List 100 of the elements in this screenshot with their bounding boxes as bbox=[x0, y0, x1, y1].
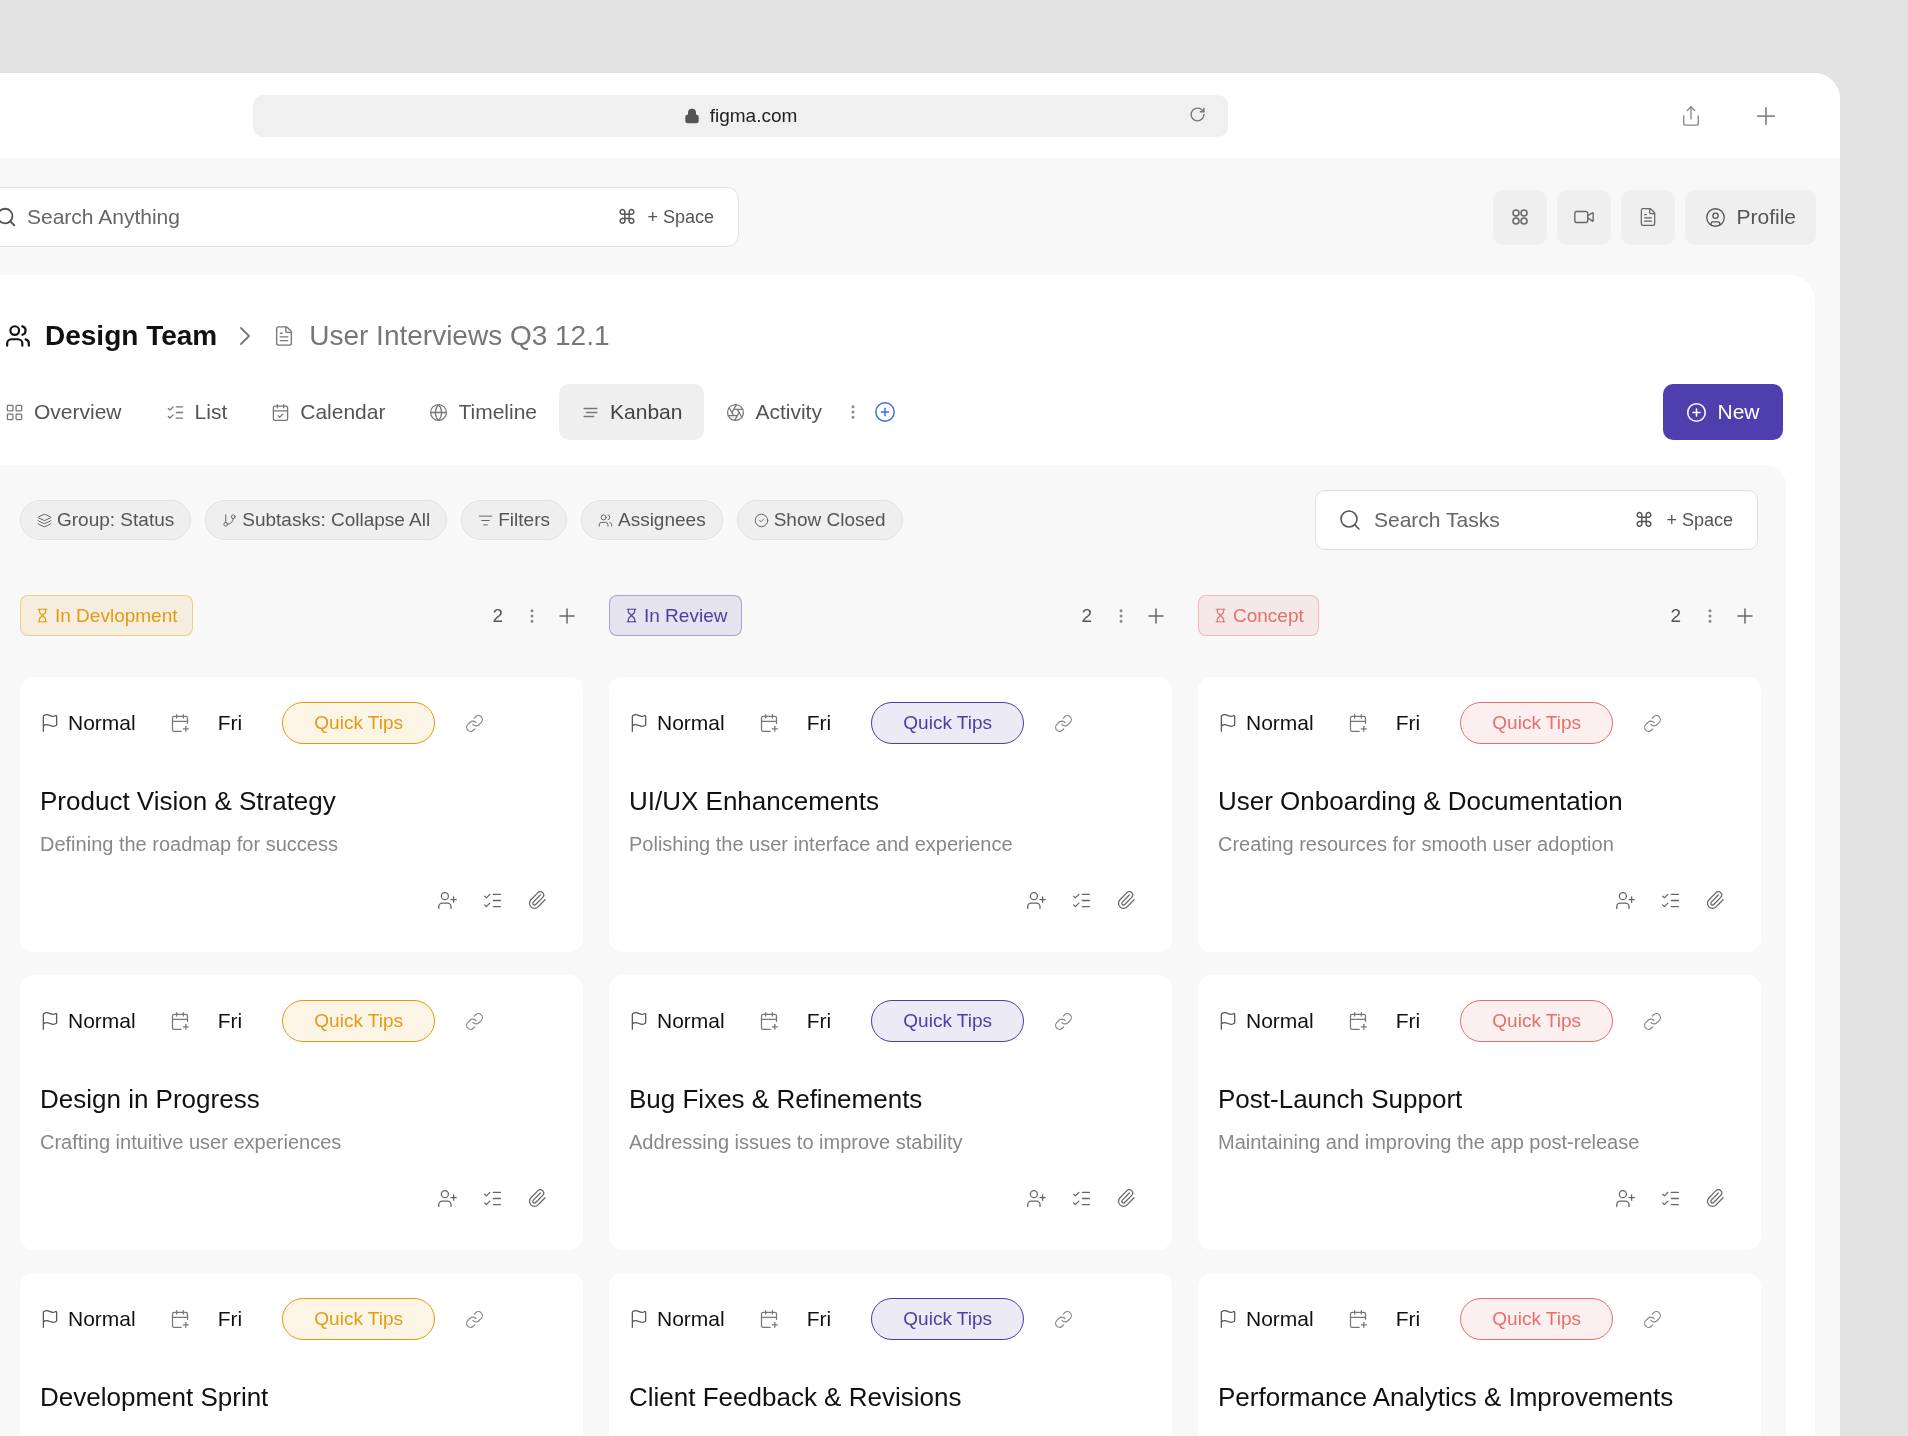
paperclip-icon[interactable] bbox=[1705, 890, 1725, 910]
card-title: Bug Fixes & Refinements bbox=[629, 1084, 924, 1115]
add-user-icon[interactable] bbox=[437, 1188, 458, 1209]
task-card[interactable]: Normal Fri Quick Tips User Onboarding & Documentation Creating resources for smooth user adoption bbox=[1198, 677, 1761, 952]
card-title: Client Feedback & Revisions bbox=[629, 1382, 963, 1413]
search-placeholder: Search Tasks bbox=[1374, 508, 1501, 532]
link-icon[interactable] bbox=[465, 1011, 485, 1031]
task-count: 2 bbox=[1670, 604, 1681, 627]
link-icon[interactable] bbox=[1054, 713, 1074, 733]
new-button[interactable]: New bbox=[1663, 384, 1783, 440]
paperclip-icon[interactable] bbox=[1116, 890, 1136, 910]
tag-chip[interactable]: Quick Tips bbox=[871, 1298, 1025, 1340]
layers-icon bbox=[37, 512, 52, 528]
page-name[interactable]: User Interviews Q3 12.1 bbox=[309, 320, 610, 352]
link-icon[interactable] bbox=[1643, 1309, 1663, 1329]
calendar-icon bbox=[271, 402, 291, 422]
tag-chip[interactable]: Quick Tips bbox=[871, 1000, 1025, 1042]
priority-text: Normal bbox=[1246, 1307, 1314, 1331]
tag-chip[interactable]: Quick Tips bbox=[871, 702, 1025, 744]
add-user-icon[interactable] bbox=[1026, 890, 1047, 911]
task-search-field[interactable]: Search Tasks ⌘ + Space bbox=[1315, 490, 1758, 550]
filter-chip[interactable]: Show Closed bbox=[736, 500, 903, 540]
calendar-icon bbox=[758, 1011, 779, 1031]
team-icon bbox=[5, 323, 31, 349]
flag-icon bbox=[629, 1011, 649, 1031]
task-count: 2 bbox=[1081, 604, 1092, 627]
calendar-icon bbox=[1347, 1309, 1368, 1329]
task-card[interactable]: Normal Fri Quick Tips Post-Launch Support Maintaining and improving the app post-release bbox=[1198, 975, 1761, 1250]
calendar-icon bbox=[758, 1309, 779, 1329]
status-label: Concept bbox=[1198, 595, 1319, 636]
address-bar[interactable]: figma.com bbox=[253, 94, 1228, 137]
filter-chip[interactable]: Filters bbox=[461, 500, 567, 540]
shortcut-text: + Space bbox=[1666, 509, 1733, 531]
view-tab[interactable]: Timeline bbox=[407, 384, 560, 440]
view-tab[interactable]: Calendar bbox=[249, 384, 408, 440]
task-card[interactable]: Normal Fri Quick Tips Performance Analytics & Improvements bbox=[1198, 1273, 1761, 1436]
globe-icon bbox=[429, 402, 449, 422]
card-title: Development Sprint bbox=[40, 1382, 270, 1413]
link-icon[interactable] bbox=[1054, 1309, 1074, 1329]
task-card[interactable]: Normal Fri Quick Tips Development Sprint bbox=[20, 1273, 583, 1436]
flag-icon bbox=[629, 713, 649, 733]
view-tab[interactable]: List bbox=[143, 384, 250, 440]
task-card[interactable]: Normal Fri Quick Tips Client Feedback & Revisions bbox=[609, 1273, 1172, 1436]
card-description: Addressing issues to improve stability bbox=[629, 1131, 964, 1154]
link-icon[interactable] bbox=[1643, 713, 1663, 733]
share-icon[interactable] bbox=[1680, 104, 1702, 127]
status-label: In Review bbox=[609, 595, 743, 636]
reload-icon[interactable] bbox=[1189, 105, 1206, 123]
view-tab[interactable]: Kanban bbox=[559, 384, 705, 440]
plus-circle-icon bbox=[1686, 401, 1708, 423]
add-user-icon[interactable] bbox=[1026, 1188, 1047, 1209]
video-button[interactable] bbox=[1557, 189, 1612, 245]
card-title: Post-Launch Support bbox=[1218, 1084, 1464, 1115]
task-card[interactable]: Normal Fri Quick Tips UI/UX Enhancements Polishing the user interface and experience bbox=[609, 677, 1172, 952]
search-placeholder: Search Anything bbox=[27, 205, 181, 229]
task-card[interactable]: Normal Fri Quick Tips Bug Fixes & Refinements Addressing issues to improve stability bbox=[609, 975, 1172, 1250]
check-circle-icon bbox=[753, 512, 769, 528]
link-icon[interactable] bbox=[465, 1309, 485, 1329]
people-icon bbox=[597, 512, 613, 528]
view-tab[interactable]: Activity bbox=[704, 384, 844, 440]
team-name[interactable]: Design Team bbox=[45, 320, 218, 352]
task-count: 2 bbox=[492, 604, 503, 627]
priority-text: Normal bbox=[657, 1307, 725, 1331]
paperclip-icon[interactable] bbox=[1705, 1188, 1725, 1208]
add-user-icon[interactable] bbox=[1615, 1188, 1636, 1209]
priority-text: Normal bbox=[1246, 711, 1314, 735]
task-card[interactable]: Normal Fri Quick Tips Product Vision & Strategy Defining the roadmap for success bbox=[20, 677, 583, 952]
card-description: Creating resources for smooth user adoption bbox=[1218, 833, 1615, 856]
paperclip-icon[interactable] bbox=[527, 890, 547, 910]
link-icon[interactable] bbox=[1643, 1011, 1663, 1031]
calendar-icon bbox=[758, 713, 779, 733]
add-user-icon[interactable] bbox=[1615, 890, 1636, 911]
apps-button[interactable] bbox=[1493, 189, 1548, 245]
grid-icon bbox=[5, 402, 24, 422]
filter-chip[interactable]: Group: Status bbox=[20, 500, 192, 540]
filter-chip[interactable]: Subtasks: Collapse All bbox=[205, 500, 448, 540]
due-text: Fri bbox=[217, 711, 243, 735]
task-card[interactable]: Normal Fri Quick Tips Design in Progress Crafting intuitive user experiences bbox=[20, 975, 583, 1250]
card-description: Defining the roadmap for success bbox=[40, 833, 339, 856]
due-text: Fri bbox=[1395, 711, 1421, 735]
add-user-icon[interactable] bbox=[437, 890, 458, 911]
due-text: Fri bbox=[806, 1307, 832, 1331]
link-icon[interactable] bbox=[1054, 1011, 1074, 1031]
status-label: In Devlopment bbox=[20, 595, 193, 636]
command-key: ⌘ bbox=[1634, 508, 1655, 532]
card-description: Crafting intuitive user experiences bbox=[40, 1131, 343, 1154]
add-view-icon[interactable] bbox=[873, 401, 896, 423]
calendar-icon bbox=[169, 713, 190, 733]
due-text: Fri bbox=[217, 1307, 243, 1331]
link-icon[interactable] bbox=[465, 713, 485, 733]
view-tab[interactable]: Overview bbox=[0, 384, 144, 440]
paperclip-icon[interactable] bbox=[1116, 1188, 1136, 1208]
priority-text: Normal bbox=[68, 711, 136, 735]
priority-text: Normal bbox=[1246, 1009, 1314, 1033]
filter-chip[interactable]: Assignees bbox=[580, 500, 723, 540]
profile-button[interactable]: Profile bbox=[1685, 189, 1816, 245]
paperclip-icon[interactable] bbox=[527, 1188, 547, 1208]
search-field[interactable]: Search Anything ⌘ + Space bbox=[0, 187, 739, 247]
document-button[interactable] bbox=[1621, 189, 1676, 245]
branch-icon bbox=[222, 512, 238, 528]
